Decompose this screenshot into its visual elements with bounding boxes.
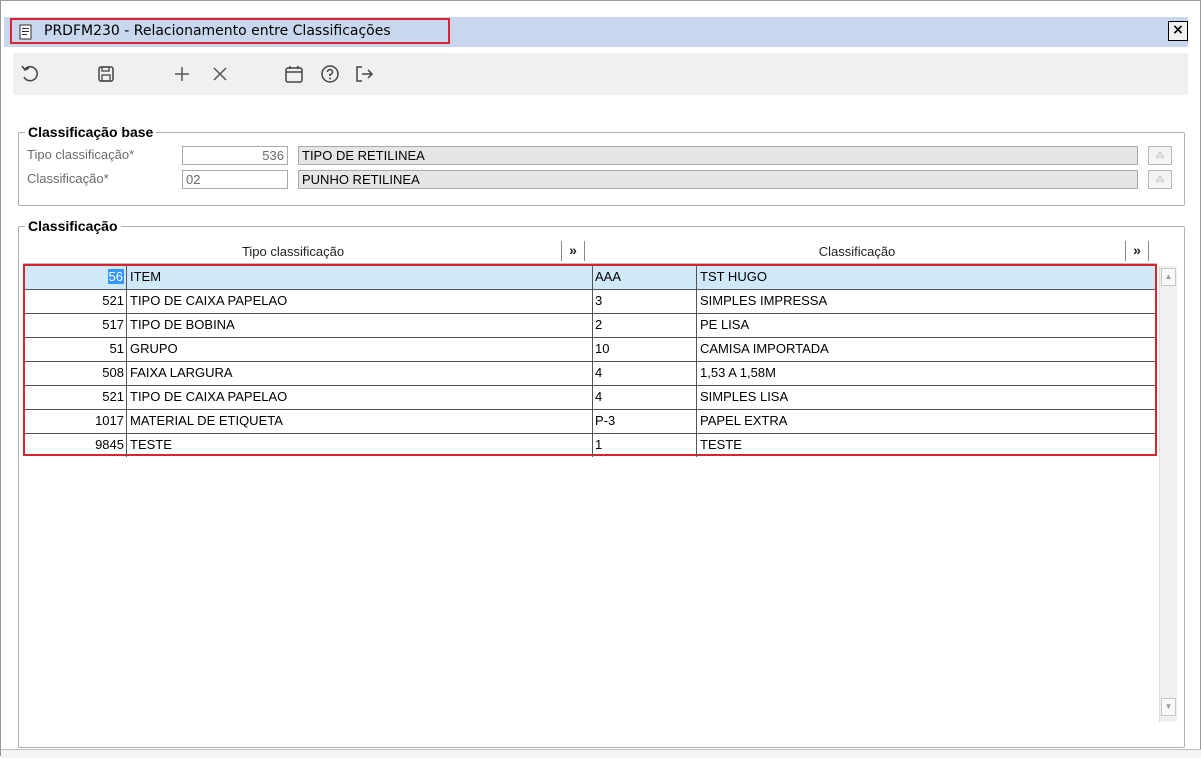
document-icon [18,24,34,40]
row-code-cell[interactable]: 10 [593,338,697,361]
row-num-cell[interactable]: 51 [25,338,127,361]
classificacao-input[interactable]: 02 [182,170,288,189]
base-classification-group: Classificação base Tipo classificação* 5… [18,124,1185,206]
row-code-cell[interactable]: AAA [593,266,697,289]
undo-icon[interactable] [19,63,43,85]
close-button[interactable]: × [1168,21,1188,41]
calendar-icon[interactable] [283,63,307,85]
row-desc-cell[interactable]: TESTE [697,434,1155,457]
grid-scrollbar[interactable]: ▲ ▼ [1159,266,1177,722]
table-row[interactable]: 517 TIPO DE BOBINA 2 PE LISA [25,314,1155,338]
base-group-label: Classificação base [25,124,157,140]
classificacao-label: Classificação* [27,171,109,186]
table-row[interactable]: 521 TIPO DE CAIXA PAPELAO 3 SIMPLES IMPR… [25,290,1155,314]
grid-header: Tipo classificação » Classificação » [23,241,1157,264]
tipo-classificacao-input[interactable]: 536 [182,146,288,165]
table-row[interactable]: 56 ITEM AAA TST HUGO [25,266,1155,290]
table-row[interactable]: 508 FAIXA LARGURA 4 1,53 A 1,58M [25,362,1155,386]
row-num-cell[interactable]: 56 [25,266,127,289]
table-row[interactable]: 51 GRUPO 10 CAMISA IMPORTADA [25,338,1155,362]
classificacao-desc: PUNHO RETILINEA [298,170,1138,189]
row-code-cell[interactable]: 1 [593,434,697,457]
tipo-classificacao-label: Tipo classificação* [27,147,135,162]
row-tipo-cell[interactable]: TIPO DE BOBINA [127,314,593,337]
col-header-classificacao[interactable]: Classificação [589,244,1125,259]
app-window: PRDFM230 - Relacionamento entre Classifi… [0,0,1201,758]
status-strip [1,749,1201,758]
row-desc-cell[interactable]: CAMISA IMPORTADA [697,338,1155,361]
row-desc-cell[interactable]: SIMPLES LISA [697,386,1155,409]
row-tipo-cell[interactable]: TESTE [127,434,593,457]
row-code-cell[interactable]: 4 [593,362,697,385]
expand-tipo-button[interactable]: » [561,241,585,261]
row-tipo-cell[interactable]: FAIXA LARGURA [127,362,593,385]
row-desc-cell[interactable]: PE LISA [697,314,1155,337]
row-desc-cell[interactable]: PAPEL EXTRA [697,410,1155,433]
row-tipo-cell[interactable]: TIPO DE CAIXA PAPELAO [127,290,593,313]
delete-icon[interactable] [209,63,233,85]
add-icon[interactable] [171,63,195,85]
row-num: 56 [107,269,124,284]
row-tipo-cell[interactable]: ITEM [127,266,593,289]
row-tipo-cell[interactable]: TIPO DE CAIXA PAPELAO [127,386,593,409]
grid-rows: 56 ITEM AAA TST HUGO 521 TIPO DE CAIXA P… [23,264,1157,458]
tipo-lookup-button[interactable]: ⁂ [1148,146,1172,165]
scroll-down-icon[interactable]: ▼ [1161,698,1176,716]
row-desc-cell[interactable]: TST HUGO [697,266,1155,289]
scroll-up-icon[interactable]: ▲ [1161,268,1176,286]
row-num-cell[interactable]: 508 [25,362,127,385]
toolbar [13,53,1188,95]
classificacao-lookup-button[interactable]: ⁂ [1148,170,1172,189]
row-num-cell[interactable]: 521 [25,290,127,313]
row-tipo-cell[interactable]: GRUPO [127,338,593,361]
row-num-cell[interactable]: 9845 [25,434,127,457]
expand-classificacao-button[interactable]: » [1125,241,1149,261]
row-desc-cell[interactable]: 1,53 A 1,58M [697,362,1155,385]
row-code-cell[interactable]: 3 [593,290,697,313]
row-code-cell[interactable]: P-3 [593,410,697,433]
row-num-cell[interactable]: 521 [25,386,127,409]
col-header-tipo[interactable]: Tipo classificação [23,244,563,259]
table-row[interactable]: 9845 TESTE 1 TESTE [25,434,1155,458]
save-icon[interactable] [95,63,119,85]
table-row[interactable]: 521 TIPO DE CAIXA PAPELAO 4 SIMPLES LISA [25,386,1155,410]
row-num-cell[interactable]: 517 [25,314,127,337]
tipo-classificacao-desc: TIPO DE RETILINEA [298,146,1138,165]
row-code-cell[interactable]: 4 [593,386,697,409]
table-row[interactable]: 1017 MATERIAL DE ETIQUETA P-3 PAPEL EXTR… [25,410,1155,434]
row-num-cell[interactable]: 1017 [25,410,127,433]
row-code-cell[interactable]: 2 [593,314,697,337]
row-tipo-cell[interactable]: MATERIAL DE ETIQUETA [127,410,593,433]
exit-icon[interactable] [353,63,377,85]
row-desc-cell[interactable]: SIMPLES IMPRESSA [697,290,1155,313]
help-icon[interactable] [319,63,343,85]
grid-group-label: Classificação [25,218,121,234]
window-title: PRDFM230 - Relacionamento entre Classifi… [44,23,391,39]
title-bar[interactable]: PRDFM230 - Relacionamento entre Classifi… [4,17,1188,47]
